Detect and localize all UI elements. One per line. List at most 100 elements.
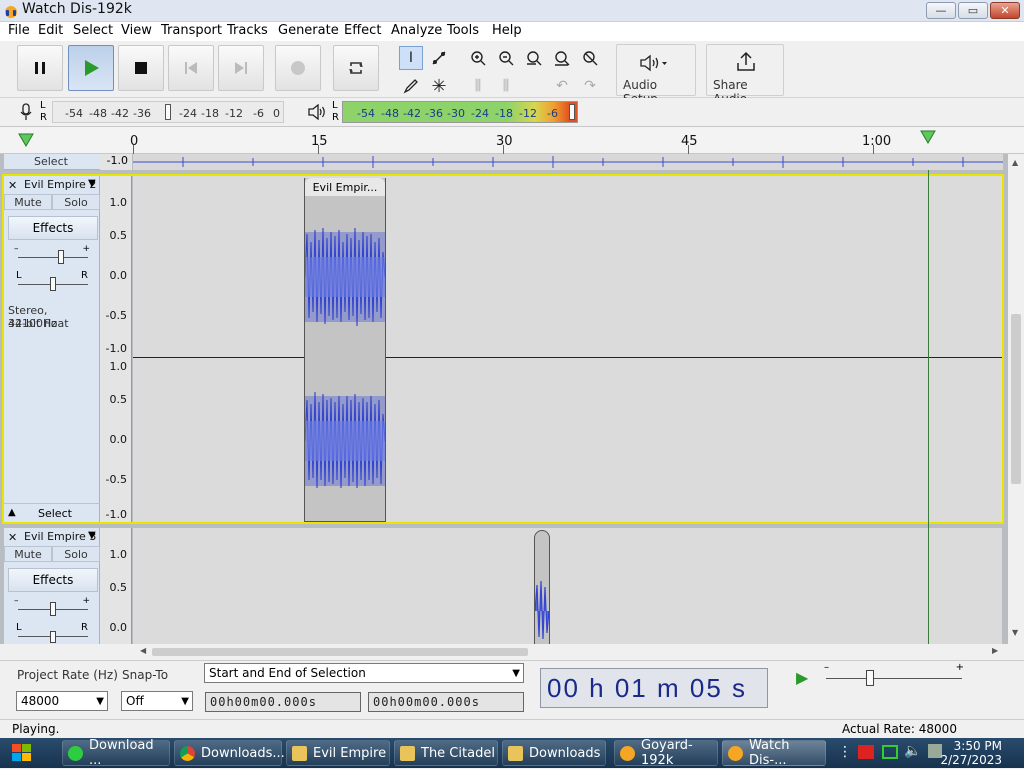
audio-setup-button[interactable]: Audio Setup — [616, 44, 696, 106]
draw-tool[interactable] — [399, 74, 423, 98]
close-track-icon[interactable]: ✕ — [8, 531, 17, 544]
taskbar-item[interactable]: Evil Empire — [286, 740, 390, 766]
vertical-scroll-thumb[interactable] — [1011, 314, 1021, 484]
restore-button[interactable]: ▭ — [958, 2, 988, 19]
collapse-track-icon[interactable]: ▲ — [8, 507, 16, 518]
pan-slider-thumb[interactable] — [50, 277, 56, 291]
fit-project-button[interactable] — [550, 46, 574, 70]
audio-clip[interactable] — [534, 530, 550, 644]
menu-view[interactable]: View — [121, 23, 152, 38]
effects-button[interactable]: Effects — [8, 568, 98, 592]
scroll-left-icon[interactable]: ◀ — [140, 646, 146, 655]
zoom-out-button[interactable] — [494, 46, 518, 70]
track-waveform-area[interactable] — [133, 528, 1002, 644]
track-menu-chevron-icon[interactable]: ▼ — [88, 178, 96, 189]
horizontal-scrollbar[interactable]: ◀ ▶ — [134, 644, 1008, 660]
taskbar-item[interactable]: Downloads... — [174, 740, 285, 766]
start-button[interactable] — [6, 740, 46, 766]
tray-overflow-icon[interactable]: ⋮ — [838, 744, 852, 760]
selection-mode-select[interactable]: Start and End of Selection ▼ — [204, 663, 524, 683]
fit-selection-button[interactable] — [522, 46, 546, 70]
play-at-speed-button[interactable]: ▶ — [796, 668, 808, 687]
mute-button[interactable]: Mute — [4, 546, 52, 562]
scroll-up-icon[interactable]: ▲ — [1012, 158, 1018, 167]
track-vertical-scale[interactable]: 1.0 0.5 0.0 -0.5 -1.0 1.0 0.5 0.0 -0.5 -… — [100, 176, 132, 522]
snap-to-select[interactable]: Off ▼ — [121, 691, 193, 711]
playback-meter-slider-thumb[interactable] — [569, 104, 575, 120]
play-button[interactable] — [68, 45, 114, 91]
close-button[interactable]: ✕ — [990, 2, 1020, 19]
silence-audio-button[interactable]: ⫼ — [494, 74, 518, 98]
solo-button[interactable]: Solo — [52, 194, 100, 210]
menu-file[interactable]: File — [8, 23, 30, 38]
skip-to-end-button[interactable] — [218, 45, 264, 91]
menu-select[interactable]: Select — [73, 23, 113, 38]
playback-speed-slider[interactable]: – + — [822, 662, 966, 688]
gain-slider-thumb[interactable] — [58, 250, 64, 264]
project-rate-select[interactable]: 48000 ▼ — [16, 691, 108, 711]
track-waveform-area[interactable] — [133, 176, 1002, 522]
loop-button[interactable] — [333, 45, 379, 91]
zoom-toggle-button[interactable] — [578, 46, 602, 70]
clock-time[interactable]: 3:50 PM — [946, 739, 1002, 753]
track-menu-chevron-icon[interactable]: ▼ — [88, 530, 96, 541]
multi-tool[interactable]: ✳ — [427, 74, 451, 98]
share-audio-button[interactable]: Share Audio — [706, 44, 784, 106]
selection-start-time[interactable]: 00h00m00.000s — [205, 692, 361, 712]
skip-to-start-button[interactable] — [168, 45, 214, 91]
menu-generate[interactable]: Generate — [278, 23, 339, 38]
menu-tracks[interactable]: Tracks — [227, 23, 268, 38]
pan-slider[interactable]: LR — [14, 270, 90, 291]
mute-button[interactable]: Mute — [4, 194, 52, 210]
speed-slider-thumb[interactable] — [866, 670, 874, 686]
minimap-waveform[interactable] — [133, 154, 1003, 170]
track-name-menu[interactable]: Evil Empire 3 — [24, 530, 96, 543]
pan-slider[interactable]: LR — [14, 622, 90, 643]
menu-edit[interactable]: Edit — [38, 23, 63, 38]
selection-end-time[interactable]: 00h00m00.000s — [368, 692, 524, 712]
playback-meter[interactable]: -54 -48 -42 -36 -30 -24 -18 -12 -6 — [342, 101, 578, 123]
action-center-flag-icon[interactable] — [858, 745, 874, 759]
menu-tools[interactable]: Tools — [447, 23, 479, 38]
track-vertical-scale[interactable]: 1.0 0.5 0.0 — [100, 528, 132, 644]
taskbar-item[interactable]: Goyard-192k — [614, 738, 718, 768]
menu-help[interactable]: Help — [492, 23, 522, 38]
vertical-scrollbar[interactable]: ▲ ▼ — [1008, 154, 1024, 644]
track-select-button[interactable]: Select — [38, 507, 72, 520]
timeline-select-button[interactable]: Select — [34, 155, 68, 168]
solo-button[interactable]: Solo — [52, 546, 100, 562]
minimize-button[interactable]: — — [926, 2, 956, 19]
zoom-in-button[interactable] — [466, 46, 490, 70]
envelope-tool[interactable] — [427, 46, 451, 70]
gain-slider[interactable]: – + — [14, 596, 90, 616]
gain-slider-thumb[interactable] — [50, 602, 56, 616]
stop-button[interactable] — [118, 45, 164, 91]
menu-transport[interactable]: Transport — [161, 23, 222, 38]
undo-button[interactable]: ↶ — [550, 74, 574, 98]
scroll-down-icon[interactable]: ▼ — [1012, 628, 1018, 637]
timeline-ruler[interactable]: 0 15 30 45 1:00 — [0, 126, 1024, 154]
record-meter[interactable]: -54 -48 -42 -36 -24 -18 -12 -6 0 — [52, 101, 284, 123]
taskbar-item[interactable]: The Citadel — [394, 740, 498, 766]
scroll-right-icon[interactable]: ▶ — [992, 646, 998, 655]
record-meter-slider-thumb[interactable] — [165, 104, 171, 120]
taskbar-item[interactable]: Downloads — [502, 740, 606, 766]
redo-button[interactable]: ↷ — [578, 74, 602, 98]
record-button[interactable] — [275, 45, 321, 91]
pause-button[interactable] — [17, 45, 63, 91]
volume-icon[interactable]: 🔈 — [904, 743, 921, 759]
taskbar-item-active[interactable]: Watch Dis-... — [722, 738, 826, 768]
close-track-icon[interactable]: ✕ — [8, 179, 17, 192]
audio-clip[interactable]: Evil Empir... — [304, 178, 386, 522]
menu-effect[interactable]: Effect — [344, 23, 381, 38]
horizontal-scroll-thumb[interactable] — [152, 648, 528, 656]
trim-audio-button[interactable]: ⫼ — [466, 74, 490, 98]
clip-title[interactable]: Evil Empir... — [305, 178, 385, 196]
effects-button[interactable]: Effects — [8, 216, 98, 240]
clock-date[interactable]: 2/27/2023 — [938, 753, 1002, 767]
taskbar-item[interactable]: Download ... — [62, 738, 170, 768]
pan-slider-thumb[interactable] — [50, 631, 56, 643]
selection-tool[interactable]: I — [399, 46, 423, 70]
menu-analyze[interactable]: Analyze — [391, 23, 442, 38]
audio-position-display[interactable]: 00 h 01 m 05 s — [540, 668, 768, 708]
